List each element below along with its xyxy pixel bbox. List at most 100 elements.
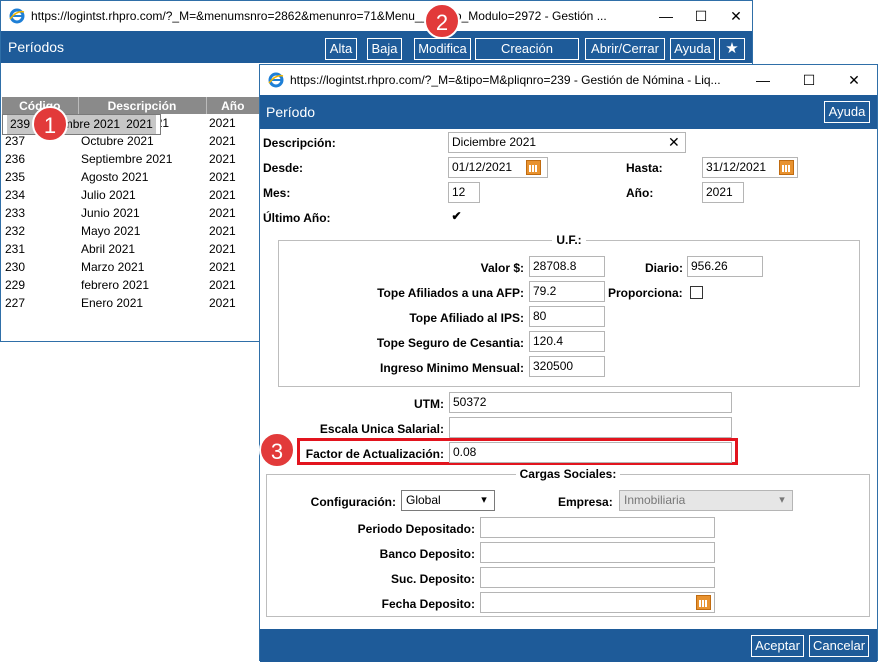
desde-label: Desde: — [263, 161, 304, 175]
tope-cesantia-label: Tope Seguro de Cesantia: — [376, 336, 524, 350]
cell-codigo: 232 — [5, 224, 26, 238]
step-badge-3: 3 — [259, 432, 295, 468]
table-row[interactable]: 227 Enero 2021 2021 — [2, 294, 260, 312]
chevron-down-icon: ▾ — [481, 494, 487, 506]
modifica-button[interactable]: Modifica — [414, 38, 471, 60]
back-url: https://logintst.rhpro.com/?_M=&menumsnr… — [31, 9, 607, 23]
tope-ips-label: Tope Afiliado al IPS: — [409, 311, 524, 325]
close-button[interactable]: ✕ — [718, 5, 754, 27]
anio-input[interactable]: 2021 — [702, 182, 744, 203]
ingreso-minimo-label: Ingreso Minimo Mensual: — [379, 361, 524, 375]
cell-anio: 2021 — [209, 152, 236, 166]
cell-codigo: 234 — [5, 188, 26, 202]
ultimo-anio-label: Último Año: — [263, 211, 331, 225]
aceptar-button[interactable]: Aceptar — [751, 635, 804, 657]
table-row[interactable]: 229 febrero 2021 2021 — [2, 276, 260, 294]
tope-ips-input[interactable]: 80 — [529, 306, 605, 327]
fecha-calendar-icon[interactable] — [696, 595, 711, 610]
favorite-star-icon[interactable]: ★ — [719, 38, 745, 60]
valor-input[interactable]: 28708.8 — [529, 256, 605, 277]
valor-label: Valor $: — [480, 261, 524, 275]
cell-anio: 2021 — [209, 278, 236, 292]
hasta-calendar-icon[interactable] — [779, 160, 794, 175]
cancelar-button[interactable]: Cancelar — [809, 635, 869, 657]
factor-input[interactable]: 0.08 — [449, 442, 732, 463]
diario-input[interactable]: 956.26 — [687, 256, 763, 277]
ayuda-button[interactable]: Ayuda — [670, 38, 715, 60]
tope-cesantia-input[interactable]: 120.4 — [529, 331, 605, 352]
anio-label: Año: — [626, 186, 654, 200]
table-row[interactable]: 239 Diciembre 2021 2021 — [2, 114, 161, 135]
dialog-header: Período Ayuda — [260, 95, 877, 129]
close-button[interactable]: ✕ — [836, 69, 872, 91]
ingreso-minimo-input[interactable]: 320500 — [529, 356, 605, 377]
hasta-label: Hasta: — [626, 161, 663, 175]
step-badge-1: 1 — [32, 106, 68, 142]
table-row[interactable]: 230 Marzo 2021 2021 — [2, 258, 260, 276]
page-title: Períodos — [8, 39, 65, 55]
cell-anio: 2021 — [209, 134, 236, 148]
suc-deposito-input[interactable] — [480, 567, 715, 588]
help-button[interactable]: Ayuda — [824, 101, 870, 123]
table-row[interactable]: 236 Septiembre 2021 2021 — [2, 150, 260, 168]
cell-descripcion: Mayo 2021 — [81, 224, 141, 238]
descripcion-label: Descripción: — [263, 136, 336, 150]
banco-deposito-input[interactable] — [480, 542, 715, 563]
cell-anio: 2021 — [209, 170, 236, 184]
table-row[interactable]: 234 Julio 2021 2021 — [2, 186, 260, 204]
table-row[interactable]: 235 Agosto 2021 2021 — [2, 168, 260, 186]
maximize-button[interactable]: ☐ — [683, 5, 719, 27]
cell-descripcion: Marzo 2021 — [81, 260, 145, 274]
banco-deposito-label: Banco Deposito: — [379, 547, 475, 561]
proporciona-checkbox[interactable] — [690, 286, 703, 299]
configuracion-select[interactable]: Global ▾ — [401, 490, 495, 511]
periodo-depositado-input[interactable] — [480, 517, 715, 538]
dialog-footer: Aceptar Cancelar — [260, 629, 877, 662]
cell-codigo: 230 — [5, 260, 26, 274]
cell-codigo: 236 — [5, 152, 26, 166]
tope-afp-label: Tope Afiliados a una AFP: — [377, 286, 524, 300]
baja-button[interactable]: Baja — [367, 38, 402, 60]
step-badge-2: 2 — [424, 3, 460, 39]
cargas-legend: Cargas Sociales: — [519, 467, 617, 481]
abrir-cerrar-button[interactable]: Abrir/Cerrar — [585, 38, 665, 60]
utm-label: UTM: — [414, 397, 444, 411]
clear-icon[interactable]: ✕ — [668, 134, 680, 151]
alta-button[interactable]: Alta — [325, 38, 357, 60]
configuracion-label: Configuración: — [310, 495, 396, 509]
minimize-button[interactable]: — — [745, 69, 781, 91]
dialog-title: Período — [266, 104, 316, 120]
dialog-titlebar: https://logintst.rhpro.com/?_M=&tipo=M&p… — [260, 65, 877, 95]
header-descripcion[interactable]: Descripción — [78, 97, 207, 114]
escala-input[interactable] — [449, 417, 732, 438]
table-row[interactable]: 231 Abril 2021 2021 — [2, 240, 260, 258]
table-row[interactable]: 233 Junio 2021 2021 — [2, 204, 260, 222]
factor-label: Factor de Actualización: — [305, 447, 444, 461]
header-anio[interactable]: Año — [206, 97, 260, 114]
fecha-deposito-label: Fecha Deposito: — [381, 597, 475, 611]
cell-codigo: 233 — [5, 206, 26, 220]
tope-afp-input[interactable]: 79.2 — [529, 281, 605, 302]
utm-input[interactable]: 50372 — [449, 392, 732, 413]
cell-codigo: 227 — [5, 296, 26, 310]
cell-codigo: 229 — [5, 278, 26, 292]
dialog-url: https://logintst.rhpro.com/?_M=&tipo=M&p… — [290, 73, 721, 87]
desde-calendar-icon[interactable] — [526, 160, 541, 175]
maximize-button[interactable]: ☐ — [791, 69, 827, 91]
creacion-masiva-button[interactable]: Creación Masiva — [475, 38, 579, 76]
descripcion-input[interactable]: Diciembre 2021 — [448, 132, 686, 153]
escala-label: Escala Unica Salarial: — [319, 422, 444, 436]
minimize-button[interactable]: — — [648, 5, 684, 27]
ie-icon — [268, 72, 284, 88]
cell-codigo: 239 — [7, 115, 34, 134]
cell-descripcion: Julio 2021 — [81, 188, 136, 202]
empresa-value: Inmobiliaria — [624, 493, 686, 507]
fecha-deposito-input[interactable] — [480, 592, 715, 613]
ultimo-anio-checkbox[interactable]: ✔ — [450, 210, 463, 224]
mes-input[interactable]: 12 — [448, 182, 480, 203]
empresa-select[interactable]: Inmobiliaria ▾ — [619, 490, 793, 511]
cell-anio: 2021 — [209, 296, 236, 310]
table-row[interactable]: 232 Mayo 2021 2021 — [2, 222, 260, 240]
suc-deposito-label: Suc. Deposito: — [390, 572, 475, 586]
cell-descripcion: Junio 2021 — [81, 206, 140, 220]
